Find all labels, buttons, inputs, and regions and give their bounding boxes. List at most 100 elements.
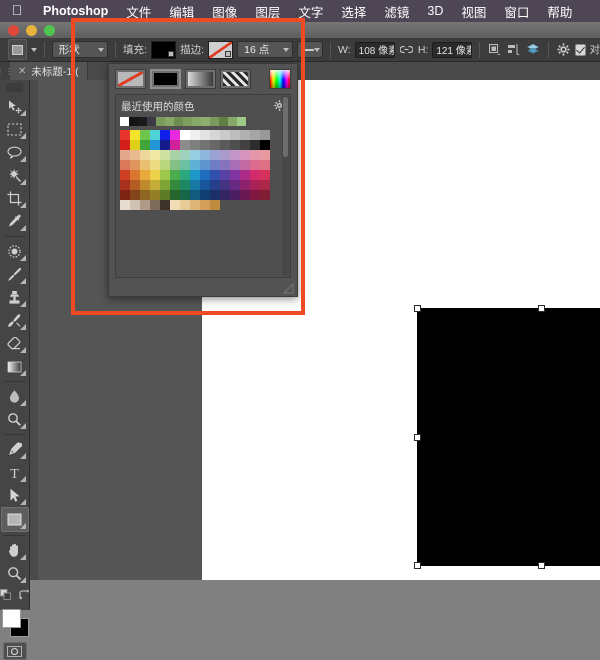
color-swatch[interactable]: [240, 190, 250, 200]
color-swatch[interactable]: [210, 170, 220, 180]
color-swatch-grid[interactable]: [120, 130, 286, 210]
color-swatch[interactable]: [140, 180, 150, 190]
color-swatch[interactable]: [230, 170, 240, 180]
color-swatch[interactable]: [250, 190, 260, 200]
stroke-width-select[interactable]: 16 点: [237, 41, 293, 58]
color-swatch[interactable]: [150, 170, 160, 180]
color-swatch[interactable]: [250, 170, 260, 180]
color-swatch[interactable]: [120, 130, 130, 140]
color-swatch[interactable]: [210, 180, 220, 190]
color-swatch[interactable]: [140, 140, 150, 150]
type-tool[interactable]: T: [2, 461, 28, 484]
color-swatch[interactable]: [160, 150, 170, 160]
quick-selection-tool[interactable]: [2, 164, 28, 187]
color-swatch[interactable]: [140, 150, 150, 160]
rectangle-tool-icon[interactable]: [8, 39, 27, 60]
color-swatch[interactable]: [130, 190, 140, 200]
color-swatch[interactable]: [180, 190, 190, 200]
color-swatch[interactable]: [160, 130, 170, 140]
transform-handle-bottom-center[interactable]: [538, 562, 545, 569]
rectangle-tool[interactable]: [1, 507, 29, 532]
color-swatch[interactable]: [190, 180, 200, 190]
color-swatch[interactable]: [150, 200, 160, 210]
drag-grip-icon[interactable]: ⋮⋮: [0, 62, 10, 80]
quick-mask-icon[interactable]: [3, 642, 27, 660]
color-swatch[interactable]: [200, 200, 210, 210]
color-swatch[interactable]: [190, 140, 200, 150]
color-swatch[interactable]: [210, 150, 220, 160]
color-swatch[interactable]: [220, 190, 230, 200]
transform-handle-top-center[interactable]: [538, 305, 545, 312]
color-swatch[interactable]: [220, 170, 230, 180]
zoom-tool[interactable]: [2, 562, 28, 585]
tool-more-indicator[interactable]: [20, 133, 26, 139]
color-swatch[interactable]: [190, 160, 200, 170]
color-swatch[interactable]: [240, 140, 250, 150]
color-swatch[interactable]: [170, 190, 180, 200]
move-tool[interactable]: [2, 95, 28, 118]
color-swatch[interactable]: [160, 160, 170, 170]
tool-more-indicator[interactable]: [20, 476, 26, 482]
color-swatch[interactable]: [120, 140, 130, 150]
color-swatch[interactable]: [150, 190, 160, 200]
color-swatch[interactable]: [230, 130, 240, 140]
chevron-down-icon[interactable]: [31, 48, 37, 52]
color-swatch[interactable]: [130, 180, 140, 190]
color-swatch[interactable]: [120, 200, 130, 210]
color-swatch[interactable]: [160, 170, 170, 180]
color-swatch[interactable]: [160, 200, 170, 210]
recent-color-swatch[interactable]: [219, 117, 228, 126]
path-operations-icon[interactable]: [487, 41, 502, 58]
color-swatch[interactable]: [170, 180, 180, 190]
color-swatch[interactable]: [170, 140, 180, 150]
color-swatch[interactable]: [260, 180, 270, 190]
close-window-button[interactable]: [8, 25, 19, 36]
menu-filter[interactable]: 滤镜: [375, 2, 418, 21]
color-swatch[interactable]: [150, 180, 160, 190]
color-swatch[interactable]: [150, 130, 160, 140]
color-swatch[interactable]: [120, 180, 130, 190]
apple-logo-icon[interactable]: : [0, 3, 34, 19]
color-swatch[interactable]: [190, 150, 200, 160]
color-swatch[interactable]: [260, 150, 270, 160]
pattern-button[interactable]: [220, 69, 251, 89]
menu-select[interactable]: 选择: [332, 2, 375, 21]
solid-color-button[interactable]: [150, 69, 181, 89]
tool-more-indicator[interactable]: [20, 554, 26, 560]
color-swatch[interactable]: [230, 190, 240, 200]
tool-more-indicator[interactable]: [20, 400, 26, 406]
color-swatch[interactable]: [160, 180, 170, 190]
color-swatch[interactable]: [260, 140, 270, 150]
color-swatch[interactable]: [250, 150, 260, 160]
color-swatch[interactable]: [230, 160, 240, 170]
lasso-tool[interactable]: [2, 141, 28, 164]
tool-more-indicator[interactable]: [20, 523, 26, 529]
recent-color-swatch[interactable]: [156, 117, 165, 126]
menu-3d[interactable]: 3D: [418, 4, 452, 18]
color-swatch[interactable]: [210, 140, 220, 150]
color-swatch[interactable]: [200, 170, 210, 180]
brush-tool[interactable]: [2, 263, 28, 286]
menu-layer[interactable]: 图层: [246, 2, 289, 21]
color-swatch[interactable]: [260, 190, 270, 200]
tool-more-indicator[interactable]: [20, 423, 26, 429]
color-swatch[interactable]: [170, 160, 180, 170]
tool-more-indicator[interactable]: [20, 324, 26, 330]
color-swatch[interactable]: [140, 200, 150, 210]
crop-tool[interactable]: [2, 187, 28, 210]
color-swatch[interactable]: [230, 140, 240, 150]
tool-more-indicator[interactable]: [20, 225, 26, 231]
menu-view[interactable]: 视图: [452, 2, 495, 21]
menu-edit[interactable]: 编辑: [160, 2, 203, 21]
color-swatch[interactable]: [180, 200, 190, 210]
color-swatch[interactable]: [220, 130, 230, 140]
foreground-color-swatch[interactable]: [2, 609, 21, 628]
recent-color-swatch[interactable]: [183, 117, 192, 126]
color-swatch[interactable]: [180, 170, 190, 180]
color-swatch[interactable]: [200, 130, 210, 140]
color-swatch[interactable]: [200, 180, 210, 190]
color-swatch[interactable]: [250, 130, 260, 140]
color-swatch[interactable]: [210, 160, 220, 170]
color-swatch[interactable]: [180, 160, 190, 170]
color-swatch[interactable]: [170, 170, 180, 180]
